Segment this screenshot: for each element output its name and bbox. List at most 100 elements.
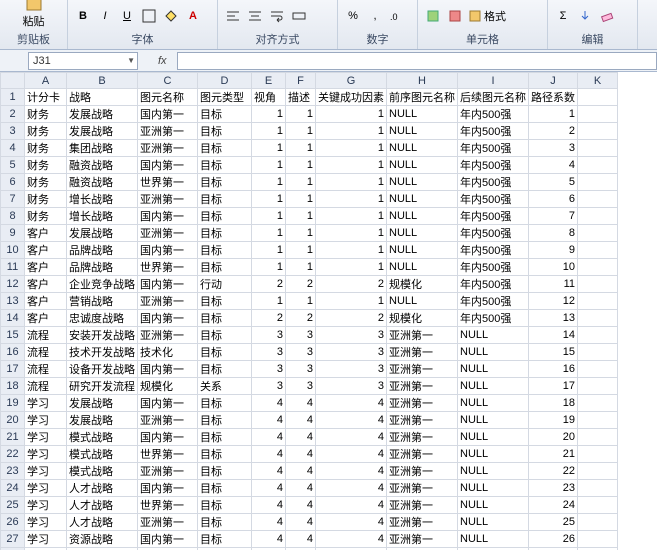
column-header[interactable]: F (286, 73, 316, 89)
cell[interactable]: 7 (529, 208, 578, 225)
cell[interactable]: 年内500强 (458, 191, 529, 208)
cell[interactable]: 亚洲第一 (387, 463, 458, 480)
cell[interactable]: 21 (529, 446, 578, 463)
border-button[interactable] (140, 7, 158, 25)
cell[interactable]: 目标 (198, 242, 252, 259)
cell[interactable]: 1 (252, 157, 286, 174)
cell[interactable]: 3 (316, 327, 387, 344)
cell[interactable]: 发展战略 (67, 395, 138, 412)
cell[interactable]: 亚洲第一 (387, 514, 458, 531)
cell[interactable]: 资源战略 (67, 531, 138, 548)
cell[interactable]: 财务 (25, 157, 67, 174)
cell[interactable]: 学习 (25, 395, 67, 412)
row-header[interactable]: 19 (1, 395, 25, 412)
cell[interactable]: 人才战略 (67, 514, 138, 531)
cell[interactable]: 学习 (25, 548, 67, 551)
cell[interactable]: 1 (252, 225, 286, 242)
cell[interactable]: 9 (529, 242, 578, 259)
cell[interactable]: 4 (316, 395, 387, 412)
cell[interactable]: 集团战略 (67, 140, 138, 157)
cell[interactable]: 世界第一 (138, 259, 198, 276)
cell[interactable] (578, 106, 618, 123)
cell[interactable]: 12 (529, 293, 578, 310)
cell[interactable]: 技术开发战略 (67, 344, 138, 361)
row-header[interactable]: 22 (1, 446, 25, 463)
cell[interactable] (578, 157, 618, 174)
cell[interactable]: 3 (286, 344, 316, 361)
cell[interactable]: 年内500强 (458, 242, 529, 259)
cell[interactable]: 22 (529, 463, 578, 480)
cell[interactable]: 4 (286, 395, 316, 412)
cell[interactable]: 年内500强 (458, 106, 529, 123)
cell[interactable]: 27 (529, 548, 578, 551)
cell[interactable]: 4 (252, 395, 286, 412)
cell[interactable]: 亚洲第一 (387, 531, 458, 548)
cell[interactable]: 发展战略 (67, 412, 138, 429)
cell[interactable]: 亚洲第一 (387, 548, 458, 551)
cell[interactable]: 亚洲第一 (138, 140, 198, 157)
cell[interactable]: NULL (387, 123, 458, 140)
cell[interactable]: 亚洲第一 (138, 293, 198, 310)
column-header[interactable]: D (198, 73, 252, 89)
cell[interactable]: NULL (458, 446, 529, 463)
cell[interactable]: 1 (286, 225, 316, 242)
bold-button[interactable]: B (74, 7, 92, 25)
cell[interactable]: 3 (252, 361, 286, 378)
cell[interactable]: 目标 (198, 293, 252, 310)
cell[interactable] (578, 480, 618, 497)
cell[interactable]: 4 (316, 463, 387, 480)
cell[interactable]: 客户 (25, 225, 67, 242)
cell[interactable]: 亚洲第一 (387, 378, 458, 395)
cell[interactable]: 3 (286, 378, 316, 395)
row-header[interactable]: 2 (1, 106, 25, 123)
row-header[interactable]: 11 (1, 259, 25, 276)
cell[interactable]: 目标 (198, 497, 252, 514)
row-header[interactable]: 28 (1, 548, 25, 551)
cell[interactable]: 1 (316, 293, 387, 310)
cell[interactable]: 19 (529, 412, 578, 429)
cell[interactable]: NULL (458, 344, 529, 361)
cell[interactable] (578, 225, 618, 242)
cell[interactable]: 流程 (25, 327, 67, 344)
cell[interactable]: NULL (458, 412, 529, 429)
cell[interactable]: 年内500强 (458, 293, 529, 310)
cell[interactable]: 4 (252, 548, 286, 551)
cell[interactable]: 13 (529, 310, 578, 327)
column-header[interactable]: G (316, 73, 387, 89)
column-header[interactable]: A (25, 73, 67, 89)
cell[interactable]: NULL (387, 106, 458, 123)
cell[interactable]: 3 (529, 140, 578, 157)
row-header[interactable]: 1 (1, 89, 25, 106)
cell[interactable]: 14 (529, 327, 578, 344)
cell[interactable]: 品牌战略 (67, 259, 138, 276)
cell[interactable]: 学习 (25, 446, 67, 463)
cell[interactable]: 融资战略 (67, 174, 138, 191)
cell[interactable]: 图元类型 (198, 89, 252, 106)
autosum-button[interactable]: Σ (554, 7, 572, 25)
fx-label[interactable]: fx (158, 55, 167, 67)
cell[interactable] (578, 310, 618, 327)
align-left-button[interactable] (224, 7, 242, 25)
cell[interactable]: 忠诚度战略 (67, 310, 138, 327)
cell[interactable]: 2 (316, 310, 387, 327)
cell[interactable]: 4 (286, 429, 316, 446)
cell[interactable]: 目标 (198, 361, 252, 378)
cell[interactable]: 20 (529, 429, 578, 446)
cell[interactable] (578, 548, 618, 551)
cell[interactable] (578, 293, 618, 310)
row-header[interactable]: 5 (1, 157, 25, 174)
cell[interactable]: 年内500强 (458, 208, 529, 225)
cell[interactable]: 1 (316, 157, 387, 174)
cell[interactable]: 路径系数 (529, 89, 578, 106)
cell[interactable]: NULL (458, 497, 529, 514)
row-header[interactable]: 9 (1, 225, 25, 242)
cell[interactable]: 品牌战略 (67, 242, 138, 259)
cell[interactable]: 财务 (25, 174, 67, 191)
cell[interactable]: 1 (316, 259, 387, 276)
cell[interactable]: 1 (252, 293, 286, 310)
cell[interactable] (578, 531, 618, 548)
cell[interactable]: 亚洲第一 (138, 514, 198, 531)
cell[interactable]: 流程 (25, 361, 67, 378)
cell[interactable]: 4 (316, 480, 387, 497)
cell[interactable]: NULL (458, 429, 529, 446)
